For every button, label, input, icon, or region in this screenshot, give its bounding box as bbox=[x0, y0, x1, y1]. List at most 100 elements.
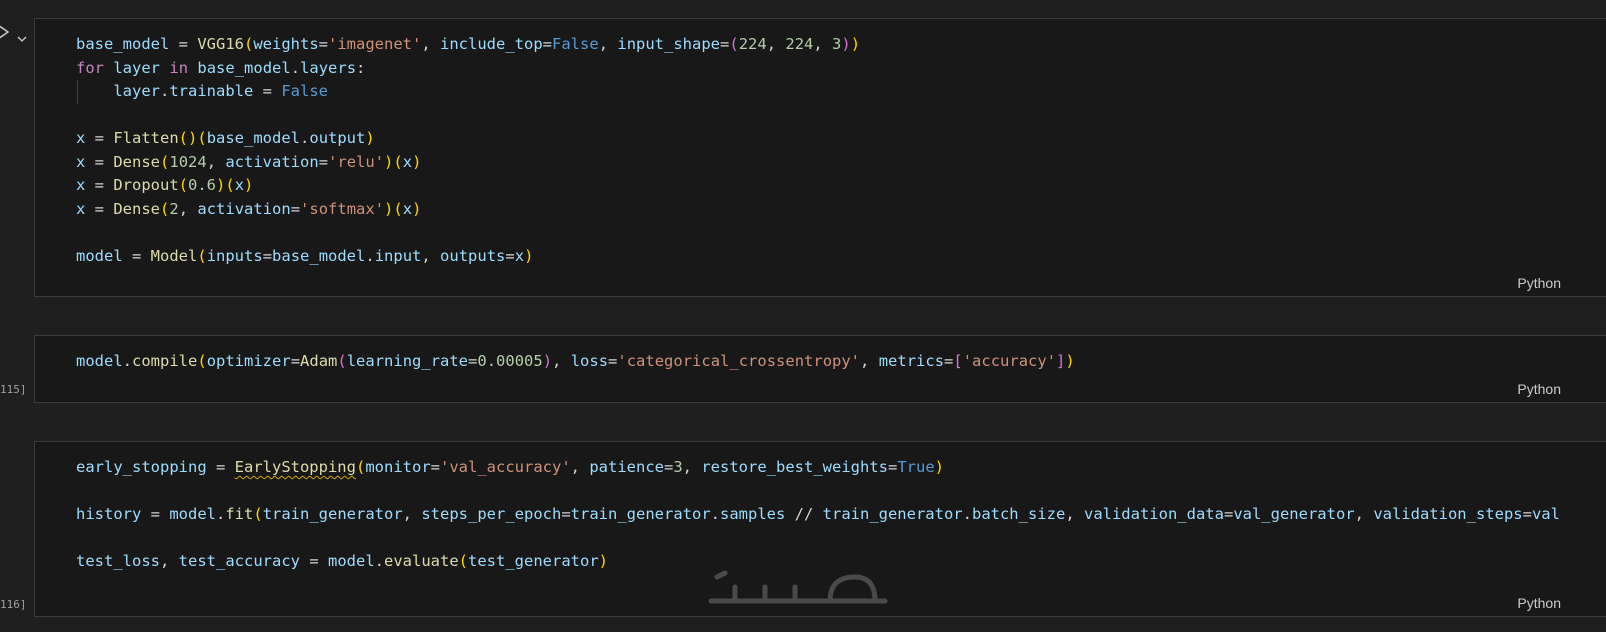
watermark-logo bbox=[705, 565, 895, 622]
code-token: input bbox=[374, 246, 422, 265]
code-token: ( bbox=[225, 176, 235, 194]
code-line[interactable]: x = Flatten()(base_model.output) bbox=[76, 127, 1606, 151]
code-token: . bbox=[216, 505, 226, 523]
code-token: = bbox=[430, 458, 440, 476]
code-token: ( bbox=[393, 199, 403, 218]
code-token: ] bbox=[1056, 352, 1066, 370]
code-line[interactable]: model = Model(inputs=base_model.input, o… bbox=[76, 245, 1606, 269]
code-token: True bbox=[897, 458, 935, 476]
code-editor[interactable]: model.compile(optimizer=Adam(learning_ra… bbox=[76, 350, 1606, 374]
code-line[interactable]: early_stopping = EarlyStopping(monitor='… bbox=[76, 456, 1606, 480]
code-token: , bbox=[813, 35, 833, 53]
code-token: = bbox=[85, 129, 114, 147]
code-token: = bbox=[663, 458, 674, 476]
code-line[interactable]: layer.trainable = False bbox=[76, 80, 1606, 104]
code-token: = bbox=[85, 152, 114, 171]
code-token: = bbox=[1522, 505, 1532, 523]
code-token: evaluate bbox=[384, 552, 459, 570]
code-token: 'softmax' bbox=[300, 199, 385, 218]
code-token: () bbox=[178, 129, 198, 147]
cell-language-label[interactable]: Python bbox=[1517, 595, 1561, 611]
code-editor[interactable]: early_stopping = EarlyStopping(monitor='… bbox=[76, 456, 1606, 574]
code-line[interactable] bbox=[76, 480, 1606, 504]
code-token: x bbox=[76, 152, 86, 171]
code-token: learning_rate bbox=[346, 352, 469, 370]
code-token: test_loss bbox=[76, 552, 160, 570]
code-line[interactable]: base_model = VGG16(weights='imagenet', i… bbox=[76, 33, 1606, 57]
code-token: model bbox=[76, 352, 123, 370]
code-token: = bbox=[944, 352, 954, 370]
code-token: , bbox=[178, 199, 198, 218]
run-cell-icon[interactable] bbox=[0, 23, 10, 45]
code-token: model bbox=[169, 505, 216, 523]
code-token: , bbox=[598, 35, 618, 53]
code-token: ( bbox=[160, 152, 170, 171]
code-token: ) bbox=[598, 552, 609, 570]
code-token: loss bbox=[570, 352, 609, 370]
code-line[interactable]: x = Dense(2, activation='softmax')(x) bbox=[76, 198, 1606, 222]
code-token: = bbox=[141, 505, 170, 523]
code-line[interactable]: x = Dropout(0.6)(x) bbox=[76, 174, 1606, 198]
code-token: model bbox=[76, 246, 123, 265]
code-token: layer bbox=[113, 58, 161, 77]
code-token: , bbox=[1354, 505, 1374, 523]
code-editor[interactable]: base_model = VGG16(weights='imagenet', i… bbox=[76, 33, 1606, 268]
code-token: ( bbox=[160, 199, 170, 218]
code-token: train_generator bbox=[570, 505, 711, 523]
code-token: patience bbox=[589, 458, 664, 476]
code-token: 'val_accuracy' bbox=[440, 458, 571, 476]
code-token: False bbox=[552, 35, 599, 53]
code-line[interactable] bbox=[76, 221, 1606, 245]
code-token: ) bbox=[850, 35, 861, 53]
code-token: . bbox=[160, 82, 170, 100]
code-token: 'imagenet' bbox=[328, 35, 422, 53]
code-token: output bbox=[309, 129, 366, 147]
code-token: 1024 bbox=[169, 152, 207, 171]
code-line[interactable]: history = model.fit(train_generator, ste… bbox=[76, 503, 1606, 527]
code-token: test_accuracy bbox=[178, 552, 300, 570]
code-token: 0.6 bbox=[188, 176, 217, 194]
code-token: ) bbox=[542, 352, 553, 370]
code-token: 3 bbox=[673, 458, 683, 476]
notebook-editor: base_model = VGG16(weights='imagenet', i… bbox=[0, 0, 1606, 632]
code-token: = bbox=[468, 352, 478, 370]
code-token: base_model bbox=[197, 58, 291, 77]
code-token: . bbox=[122, 352, 133, 370]
code-line[interactable]: model.compile(optimizer=Adam(learning_ra… bbox=[76, 350, 1606, 374]
code-token: = bbox=[122, 246, 151, 265]
execution-count: 116] bbox=[0, 598, 27, 611]
code-token: = bbox=[318, 152, 329, 171]
code-token: train_generator bbox=[262, 505, 403, 523]
code-token: x bbox=[76, 129, 86, 147]
cell-language-label[interactable]: Python bbox=[1517, 275, 1561, 291]
code-token: , bbox=[682, 458, 702, 476]
cell-language-label[interactable]: Python bbox=[1517, 381, 1561, 397]
code-token: ) bbox=[841, 35, 851, 53]
code-token: activation bbox=[225, 152, 319, 171]
code-token: : bbox=[356, 58, 366, 77]
chevron-down-icon[interactable] bbox=[17, 28, 27, 47]
code-token: ) bbox=[524, 246, 534, 265]
code-token: ( bbox=[337, 352, 347, 370]
code-cell[interactable]: model.compile(optimizer=Adam(learning_ra… bbox=[34, 335, 1606, 403]
code-token: [ bbox=[953, 352, 963, 370]
code-token: model bbox=[328, 552, 375, 570]
code-line[interactable]: x = Dense(1024, activation='relu')(x) bbox=[76, 151, 1606, 175]
code-token: ( bbox=[197, 352, 207, 370]
code-line[interactable] bbox=[76, 104, 1606, 128]
indent-guide bbox=[77, 80, 78, 104]
code-token: inputs bbox=[206, 246, 263, 265]
code-line[interactable] bbox=[76, 527, 1606, 551]
code-token: x bbox=[514, 246, 525, 265]
code-token: , bbox=[570, 458, 590, 476]
code-line[interactable]: for layer in base_model.layers: bbox=[76, 57, 1606, 81]
code-token: , bbox=[552, 352, 571, 370]
code-token: . bbox=[710, 505, 720, 523]
code-cell[interactable]: base_model = VGG16(weights='imagenet', i… bbox=[34, 18, 1606, 297]
execution-count: 115] bbox=[0, 383, 27, 396]
code-token: compile bbox=[132, 352, 198, 370]
code-token: = bbox=[253, 82, 282, 100]
